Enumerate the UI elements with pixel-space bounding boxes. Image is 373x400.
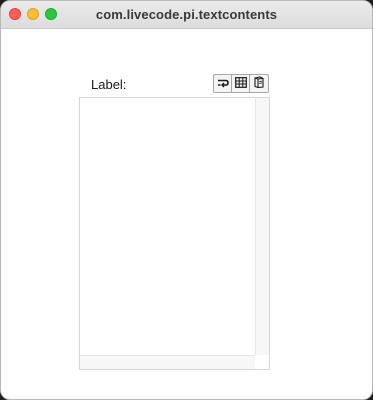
text-document-icon — [253, 75, 265, 93]
title-bar[interactable]: com.livecode.pi.textcontents — [1, 1, 372, 29]
horizontal-scrollbar[interactable] — [80, 355, 255, 369]
text-contents-editor[interactable] — [79, 97, 270, 370]
vertical-scrollbar[interactable] — [255, 98, 269, 355]
text-document-button[interactable] — [250, 75, 268, 92]
text-wrap-icon — [217, 75, 229, 93]
field-label: Label: — [91, 77, 127, 92]
window-content: Label: — [1, 29, 372, 399]
scrollbar-corner — [255, 355, 269, 369]
editor-toolbar — [213, 74, 269, 93]
window: com.livecode.pi.textcontents Label: — [0, 0, 373, 400]
text-wrap-button[interactable] — [214, 75, 232, 92]
table-grid-icon — [234, 75, 247, 93]
window-title: com.livecode.pi.textcontents — [95, 7, 278, 22]
table-grid-button[interactable] — [232, 75, 250, 92]
